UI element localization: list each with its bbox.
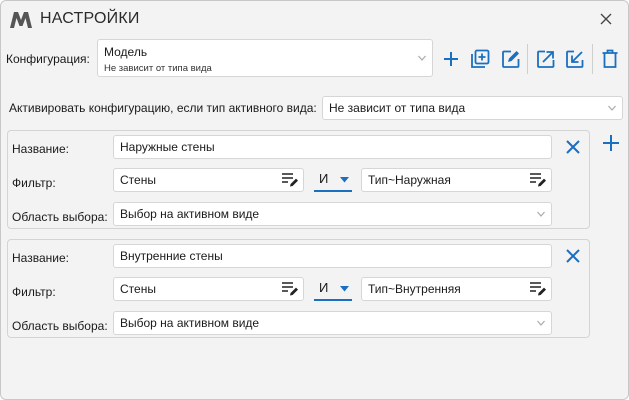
rule-scope-select[interactable]: Выбор на активном виде [113, 202, 552, 226]
rule-filter-right-input[interactable]: Тип~Внутренняя [361, 277, 552, 301]
rule-filter-left-input[interactable]: Стены [113, 277, 304, 301]
rule-operator-value: И [319, 280, 329, 295]
close-icon [600, 13, 612, 25]
rule-scope-select[interactable]: Выбор на активном виде [113, 311, 552, 335]
config-selected-main: Модель [104, 45, 148, 59]
rule-scope-value: Выбор на активном виде [120, 207, 260, 221]
rule-card: Название: Наружные стены Фильтр: Стены И… [7, 130, 590, 229]
edit-filter-icon[interactable] [529, 172, 547, 188]
edit-filter-icon[interactable] [281, 281, 299, 297]
delete-config-button[interactable] [599, 48, 621, 70]
rule-filter-right-input[interactable]: Тип~Наружная [361, 168, 552, 192]
remove-rule-button[interactable] [563, 137, 583, 157]
duplicate-config-button[interactable] [469, 48, 491, 70]
edit-icon [502, 50, 520, 68]
rule-operator-select[interactable]: И [314, 277, 352, 301]
rule-filter-left-value: Стены [120, 173, 156, 187]
toolbar-divider [592, 44, 593, 74]
window-title: НАСТРОЙКИ [40, 10, 140, 27]
rule-name-value: Наружные стены [120, 140, 215, 154]
add-config-button[interactable] [440, 48, 462, 70]
rule-filter-label: Фильтр: [12, 285, 56, 299]
title-bar: НАСТРОЙКИ [1, 1, 628, 37]
edit-filter-icon[interactable] [281, 172, 299, 188]
caret-down-icon [340, 177, 349, 183]
rule-name-input[interactable]: Внутренние стены [113, 244, 552, 268]
config-label: Конфигурация: [6, 52, 90, 66]
settings-window: НАСТРОЙКИ Конфигурация: Модель Не зависи… [0, 0, 629, 400]
chevron-down-icon [537, 211, 545, 217]
copy-add-icon [471, 49, 490, 68]
plus-icon [444, 52, 458, 66]
rule-name-label: Название: [12, 142, 69, 156]
chevron-down-icon [418, 55, 426, 61]
rule-name-value: Внутренние стены [120, 249, 223, 263]
rule-name-label: Название: [12, 251, 69, 265]
rule-filter-left-input[interactable]: Стены [113, 168, 304, 192]
trash-icon [602, 49, 618, 68]
rule-operator-value: И [319, 171, 329, 186]
export-config-button[interactable] [535, 48, 557, 70]
rule-filter-right-value: Тип~Наружная [368, 173, 451, 187]
config-selected-sub: Не зависит от типа вида [104, 63, 212, 74]
rule-scope-value: Выбор на активном виде [120, 316, 260, 330]
export-icon [537, 50, 555, 68]
caret-down-icon [340, 286, 349, 292]
rule-filter-left-value: Стены [120, 282, 156, 296]
rule-filter-label: Фильтр: [12, 176, 56, 190]
rule-operator-select[interactable]: И [314, 168, 352, 192]
activate-label: Активировать конфигурацию, если тип акти… [9, 101, 317, 115]
rule-scope-label: Область выбора: [12, 319, 108, 333]
rule-filter-right-value: Тип~Внутренняя [368, 282, 461, 296]
import-icon [566, 50, 584, 68]
config-select[interactable]: Модель Не зависит от типа вида [97, 39, 433, 77]
import-config-button[interactable] [564, 48, 586, 70]
rule-name-input[interactable]: Наружные стены [113, 135, 552, 159]
close-window-button[interactable] [594, 7, 618, 31]
chevron-down-icon [608, 105, 616, 111]
edit-config-button[interactable] [500, 48, 522, 70]
edit-filter-icon[interactable] [529, 281, 547, 297]
toolbar-divider [527, 44, 528, 74]
chevron-down-icon [537, 320, 545, 326]
add-rule-button[interactable] [601, 133, 621, 153]
app-logo-icon [10, 12, 32, 28]
activate-selected: Не зависит от типа вида [329, 101, 466, 115]
activate-view-type-select[interactable]: Не зависит от типа вида [322, 96, 623, 120]
rule-scope-label: Область выбора: [12, 210, 108, 224]
remove-rule-button[interactable] [563, 246, 583, 266]
rule-card: Название: Внутренние стены Фильтр: Стены… [7, 239, 590, 338]
